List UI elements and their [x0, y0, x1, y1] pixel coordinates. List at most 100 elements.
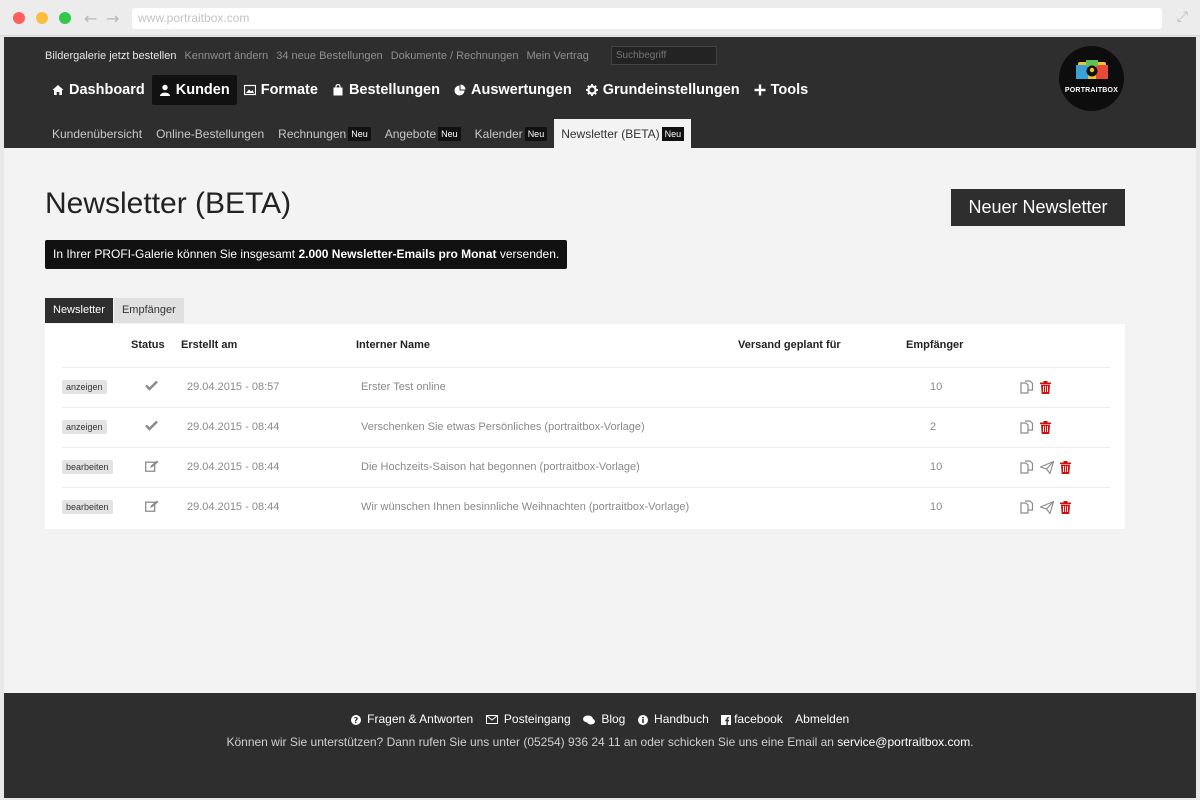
footer-link-manual[interactable]: Handbuch [637, 712, 712, 726]
row-action-button[interactable]: anzeigen [62, 420, 107, 434]
footer-link-faq[interactable]: ? Fragen & Antworten [350, 712, 476, 726]
new-badge: Neu [524, 126, 548, 141]
back-arrow-icon[interactable]: ← [84, 9, 97, 28]
footer-link-blog[interactable]: Blog [582, 712, 628, 726]
subnav-kalender[interactable]: Kalender Neu [468, 119, 555, 148]
utility-link-documents[interactable]: Dokumente / Rechnungen [391, 50, 519, 62]
row-name: Erster Test online [356, 366, 738, 407]
new-newsletter-button[interactable]: Neuer Newsletter [951, 189, 1125, 226]
comments-icon [582, 715, 595, 725]
footer-link-facebook[interactable]: facebook [721, 712, 786, 726]
logo-text: PORTRAITBOX [1064, 87, 1119, 94]
copy-icon[interactable] [1020, 460, 1034, 474]
trash-icon[interactable] [1060, 500, 1071, 514]
info-text-post: versenden. [496, 247, 560, 261]
browser-toolbar: ← → www.portraitbox.com ⤢ [0, 0, 1200, 36]
table-row: anzeigen 29.04.2015 - 08:57 Erster Test on… [62, 366, 1110, 407]
row-recipients: 10 [906, 366, 1000, 407]
search-input[interactable] [610, 46, 717, 65]
nav-label: Dashboard [69, 82, 145, 98]
nav-kunden[interactable]: Kunden [151, 75, 237, 105]
footer-link-label: Fragen & Antworten [367, 712, 474, 726]
portraitbox-logo[interactable]: PORTRAITBOX [1059, 46, 1124, 111]
utility-link-contract[interactable]: Mein Vertrag [527, 50, 589, 62]
utility-link-new-orders[interactable]: 34 neue Bestellungen [276, 50, 382, 62]
row-scheduled [738, 486, 906, 527]
nav-label: Tools [770, 82, 809, 98]
fullscreen-icon[interactable]: ⤢ [1177, 9, 1188, 25]
row-status-cell [131, 446, 181, 487]
tab-newsletter[interactable]: Newsletter [45, 298, 113, 323]
subnav-online-bestellungen[interactable]: Online-Bestellungen [149, 119, 271, 148]
question-icon: ? [350, 714, 361, 725]
utility-link-order-gallery[interactable]: Bildergalerie jetzt bestellen [45, 50, 176, 62]
row-action-cell: bearbeiten [62, 446, 131, 487]
nav-grundeinstellungen[interactable]: Grundeinstellungen [579, 75, 747, 105]
trash-icon[interactable] [1060, 460, 1071, 474]
row-recipients: 10 [906, 486, 1000, 527]
info-text-pre: In Ihrer PROFI-Galerie können Sie insges… [53, 247, 299, 261]
row-scheduled [738, 446, 906, 487]
address-bar[interactable]: www.portraitbox.com [132, 8, 1162, 29]
newsletter-table: Status Erstellt am Interner Name Versand… [62, 324, 1110, 527]
row-status-cell [131, 486, 181, 527]
trash-icon[interactable] [1040, 380, 1051, 394]
copy-icon[interactable] [1020, 380, 1034, 394]
subnav-label: Newsletter (BETA) [561, 126, 660, 141]
tab-empfaenger[interactable]: Empfänger [113, 298, 184, 323]
check-icon [145, 420, 158, 431]
footer-email-link[interactable]: service@portraitbox.com [837, 735, 970, 749]
nav-dashboard[interactable]: Dashboard [45, 75, 152, 105]
footer-link-logout[interactable]: Abmelden [795, 712, 849, 726]
footer-links: ? Fragen & Antworten Posteingang Blog Ha… [4, 712, 1196, 726]
send-icon[interactable] [1040, 460, 1054, 474]
pie-chart-icon [454, 84, 466, 96]
row-action-cell: anzeigen [62, 366, 131, 407]
copy-icon[interactable] [1020, 420, 1034, 434]
site-header: Bildergalerie jetzt bestellen Kennwort ä… [4, 37, 1196, 148]
row-actions [1000, 406, 1110, 447]
copy-icon[interactable] [1020, 500, 1034, 514]
row-action-button[interactable]: bearbeiten [62, 500, 113, 515]
subnav-label: Angebote [384, 126, 437, 141]
footer-link-inbox[interactable]: Posteingang [485, 712, 574, 726]
subnav-newsletter[interactable]: Newsletter (BETA) Neu [554, 119, 692, 148]
camera-logo-icon [1076, 60, 1108, 79]
check-icon [145, 380, 158, 391]
minimize-window-button[interactable] [36, 12, 48, 24]
send-icon[interactable] [1040, 500, 1054, 514]
row-scheduled [738, 366, 906, 407]
home-icon [52, 85, 64, 95]
nav-bestellungen[interactable]: Bestellungen [325, 75, 447, 105]
row-name: Verschenken Sie etwas Persönliches (port… [356, 406, 738, 447]
row-action-cell: anzeigen [62, 406, 131, 447]
footer-link-label: Handbuch [654, 712, 709, 726]
row-action-button[interactable]: anzeigen [62, 380, 107, 394]
row-action-cell: bearbeiten [62, 486, 131, 527]
page-title: Newsletter (BETA) [45, 187, 292, 220]
nav-label: Bestellungen [348, 82, 440, 98]
subnav-rechnungen[interactable]: Rechnungen Neu [271, 119, 378, 148]
row-action-button[interactable]: bearbeiten [62, 460, 113, 474]
utility-link-change-password[interactable]: Kennwort ändern [184, 50, 268, 62]
close-window-button[interactable] [13, 12, 25, 24]
trash-icon[interactable] [1040, 420, 1051, 434]
nav-tools[interactable]: Tools [747, 75, 816, 105]
row-created: 29.04.2015 - 08:57 [181, 366, 356, 407]
main-nav: Dashboard Kunden Formate Bestellungen Au… [45, 75, 815, 105]
utility-nav: Bildergalerie jetzt bestellen Kennwort ä… [45, 46, 717, 65]
subnav-kundenuebersicht[interactable]: Kundenübersicht [45, 119, 149, 148]
new-badge: Neu [661, 126, 685, 141]
forward-arrow-icon[interactable]: → [106, 9, 119, 28]
page: Bildergalerie jetzt bestellen Kennwort ä… [4, 37, 1196, 798]
maximize-window-button[interactable] [59, 12, 71, 24]
subnav-angebote[interactable]: Angebote Neu [378, 119, 468, 148]
row-actions [1000, 486, 1110, 527]
subnav-label: Kalender [474, 126, 523, 141]
footer-link-label: Posteingang [503, 712, 571, 726]
facebook-icon [721, 714, 732, 725]
column-header [62, 324, 131, 367]
nav-formate[interactable]: Formate [237, 75, 325, 105]
nav-auswertungen[interactable]: Auswertungen [447, 75, 579, 105]
row-recipients: 2 [906, 406, 1000, 447]
